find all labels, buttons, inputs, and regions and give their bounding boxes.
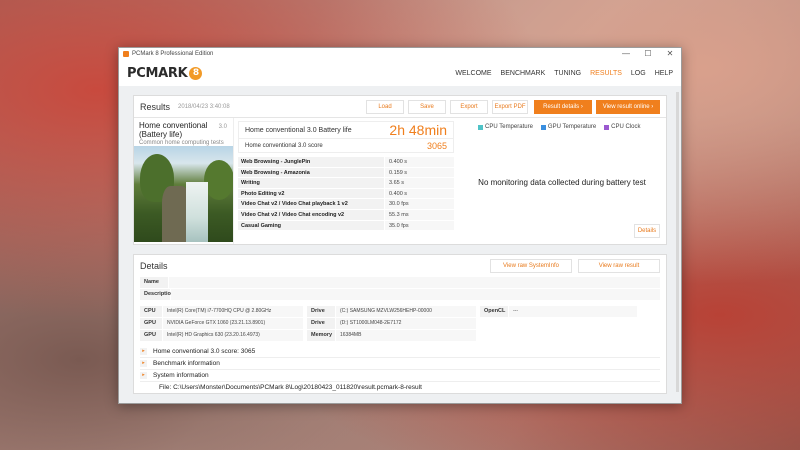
- export-button[interactable]: Export: [450, 99, 488, 114]
- monitoring-legend: CPU Temperature GPU Temperature CPU Cloc…: [458, 118, 666, 130]
- nav-log[interactable]: LOG: [631, 70, 646, 77]
- details-expanders: ▸ Home conventional 3.0 score: 3065 ▸ Benc…: [134, 346, 666, 394]
- subtest-table: Web Browsing - JunglePin 0.400 s Web Brow…: [238, 157, 454, 232]
- results-header: Results 2018/04/23 3:40:08 Load Save Exp…: [134, 96, 666, 118]
- test-card-head: Home conventional (Battery life) Common …: [134, 118, 233, 146]
- expander-benchmark-info[interactable]: ▸ Benchmark information: [140, 358, 660, 370]
- details-panel: Details View raw SystemInfo View raw res…: [133, 254, 667, 394]
- home-score-value: 3065: [426, 140, 447, 151]
- result-details-button[interactable]: Result details ›: [534, 99, 592, 114]
- drive-row: Drive (D:) ST1000LM048-2E7172: [307, 318, 476, 329]
- drive-row: Drive (C:) SAMSUNG MZVLW256HEHP-00000: [307, 306, 476, 317]
- view-raw-result-button[interactable]: View raw result: [578, 259, 660, 273]
- expander-score[interactable]: ▸ Home conventional 3.0 score: 3065: [140, 346, 660, 358]
- system-grid: CPU Intel(R) Core(TM) i7-7700HQ CPU @ 2.8…: [140, 306, 660, 341]
- home-score: Home conventional 3.0 score 3065: [238, 139, 454, 153]
- view-online-button[interactable]: View result online ›: [596, 99, 660, 114]
- memory-row: Memory 16384MB: [307, 330, 476, 341]
- nav-help[interactable]: HELP: [655, 70, 673, 77]
- table-row: Web Browsing - Amazonia 0.159 s: [238, 167, 454, 179]
- results-panel: Results 2018/04/23 3:40:08 Load Save Exp…: [133, 95, 667, 245]
- table-row: Photo Editing v2 0.400 s: [238, 188, 454, 200]
- results-title: Results: [140, 101, 171, 112]
- test-version: 3.0: [218, 124, 227, 130]
- test-card: Home conventional (Battery life) Common …: [134, 118, 234, 244]
- save-button[interactable]: Save: [408, 99, 446, 114]
- table-row: Video Chat v2 / Video Chat playback 1 v2…: [238, 199, 454, 210]
- table-row: Video Chat v2 / Video Chat encoding v2 55…: [238, 209, 454, 221]
- details-header: Details View raw SystemInfo View raw res…: [134, 255, 666, 277]
- test-image-waterfall: [134, 146, 233, 242]
- gpu-row: GPU Intel(R) HD Graphics 630 (23.20.16.49…: [140, 330, 303, 341]
- app-window: PCMark 8 Professional Edition — ☐ ✕ PCMA…: [118, 47, 682, 404]
- gpu-row: GPU NVIDIA GeForce GTX 1060 (23.21.13.890…: [140, 318, 303, 329]
- results-toolbar: Load Save Export Export PDF Result detai…: [362, 99, 660, 114]
- scores-section: Home conventional 3.0 Battery life 2h 48…: [234, 118, 458, 244]
- minimize-icon[interactable]: —: [615, 48, 637, 60]
- chevron-right-icon: ▸: [140, 360, 147, 367]
- monitoring-chart: CPU Temperature GPU Temperature CPU Cloc…: [458, 118, 666, 244]
- chevron-right-icon: ▸: [140, 348, 147, 355]
- details-info: Name Description CPU Intel(R) Core(TM) i7…: [134, 277, 666, 341]
- scrollbar[interactable]: [676, 92, 679, 392]
- nav-benchmark[interactable]: BENCHMARK: [501, 70, 546, 77]
- results-date: 2018/04/23 3:40:08: [178, 103, 230, 110]
- title-bar[interactable]: PCMark 8 Professional Edition — ☐ ✕: [119, 48, 681, 60]
- nav-welcome[interactable]: WELCOME: [455, 70, 491, 77]
- content-area: Results 2018/04/23 3:40:08 Load Save Exp…: [119, 86, 681, 403]
- nav-tuning[interactable]: TUNING: [554, 70, 581, 77]
- no-data-message: No monitoring data collected during batt…: [478, 178, 646, 187]
- app-icon: [123, 51, 129, 57]
- result-file-path: File: C:\Users\Monster\Documents\PCMark …: [159, 384, 422, 391]
- cpu-row: CPU Intel(R) Core(TM) i7-7700HQ CPU @ 2.8…: [140, 306, 303, 317]
- chevron-right-icon: ▸: [140, 372, 147, 379]
- details-button[interactable]: Details: [634, 224, 660, 238]
- legend-gpu-temp[interactable]: GPU Temperature: [540, 124, 596, 130]
- nav-results[interactable]: RESULTS: [590, 70, 622, 77]
- battery-life-score: Home conventional 3.0 Battery life 2h 48…: [238, 121, 454, 139]
- test-name: Home conventional (Battery life): [139, 121, 208, 139]
- pcmark-logo: PCMARK 8: [127, 66, 203, 81]
- main-nav: WELCOME BENCHMARK TUNING RESULTS LOG HEL…: [455, 70, 673, 77]
- close-icon[interactable]: ✕: [659, 48, 681, 60]
- export-pdf-button[interactable]: Export PDF: [492, 99, 528, 114]
- legend-cpu-temp[interactable]: CPU Temperature: [478, 124, 533, 130]
- table-row: Web Browsing - JunglePin 0.400 s: [238, 157, 454, 168]
- window-title: PCMark 8 Professional Edition: [132, 51, 214, 57]
- load-button[interactable]: Load: [366, 99, 404, 114]
- view-sysinfo-button[interactable]: View raw SystemInfo: [490, 259, 572, 273]
- results-body: Home conventional (Battery life) Common …: [134, 118, 666, 244]
- description-row: Description: [140, 289, 660, 300]
- details-title: Details: [140, 261, 168, 271]
- name-row: Name: [140, 277, 660, 288]
- table-row: Casual Gaming 35.0 fps: [238, 220, 454, 232]
- battery-life-value: 2h 48min: [389, 122, 447, 138]
- expander-system-info[interactable]: ▸ System information: [140, 370, 660, 382]
- app-header: PCMARK 8 WELCOME BENCHMARK TUNING RESULT…: [119, 60, 681, 86]
- table-row: Writing 3.65 s: [238, 178, 454, 189]
- legend-cpu-clock[interactable]: CPU Clock: [604, 124, 641, 130]
- maximize-icon[interactable]: ☐: [637, 48, 659, 60]
- details-toolbar: View raw SystemInfo View raw result: [484, 259, 660, 273]
- opencl-row: OpenCL ---: [480, 306, 637, 317]
